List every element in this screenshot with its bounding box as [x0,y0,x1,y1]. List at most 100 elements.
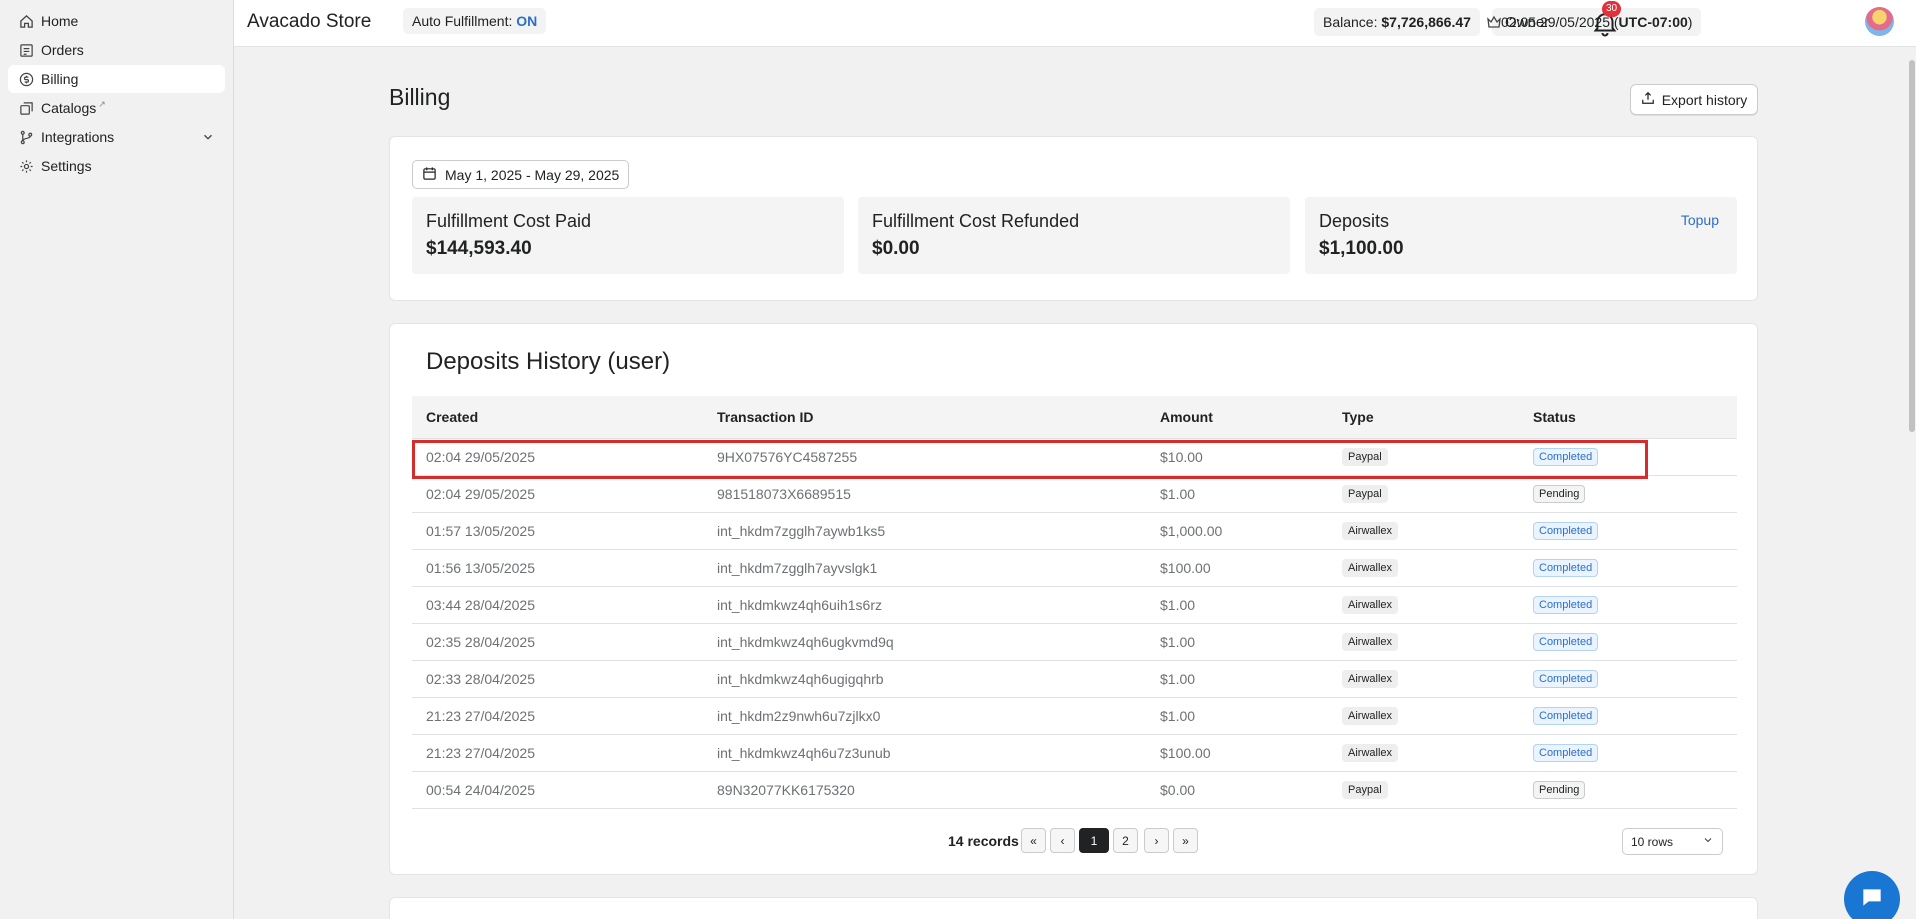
cell-created-value: 21:23 27/04/2025 [426,708,535,724]
table-row[interactable]: 21:23 27/04/2025 int_hkdm2z9nwh6u7zjlkx0 $… [412,698,1737,735]
first-page-button[interactable]: « [1021,828,1046,853]
cell-type: Paypal [1342,772,1388,808]
table-header: Created Transaction ID Amount Type Statu… [412,396,1737,439]
cell-status: Completed [1533,735,1599,771]
page-title: Billing [389,84,451,110]
cell-amount-value: $1.00 [1160,671,1196,687]
chevron-down-icon[interactable] [201,130,215,144]
cell-created: 21:23 27/04/2025 [426,698,535,734]
page-1-button[interactable]: 1 [1079,828,1109,853]
next-page-button[interactable]: › [1144,828,1169,853]
cell-transaction-id-value: int_hkdmkwz4qh6ugkvmd9q [717,634,894,650]
table-row[interactable]: 01:57 13/05/2025 int_hkdm7zgglh7aywb1ks5 $… [412,513,1737,550]
notification-badge: 30 [1602,1,1621,17]
table-row[interactable]: 00:54 24/04/2025 89N32077KK6175320 $0.00 Pa… [412,772,1737,809]
cell-amount-value: $1,000.00 [1160,523,1223,539]
cell-type: Airwallex [1342,587,1399,623]
cell-type-value: Paypal [1342,485,1388,503]
column-header-created[interactable]: Created [426,396,478,438]
owner-label: Owner [1505,13,1550,31]
column-header-amount[interactable]: Amount [1160,396,1213,438]
cell-amount-value: $1.00 [1160,708,1196,724]
rows-per-page-select[interactable]: 10 rows [1622,828,1723,855]
stat-fulfillment-cost-paid: Fulfillment Cost Paid $144,593.40 [412,197,844,274]
table-row[interactable]: 02:04 29/05/2025 981518073X6689515 $1.00 Pa… [412,476,1737,513]
auto-fulfillment-status[interactable]: Auto Fulfillment: ON [403,8,547,34]
cell-created-value: 00:54 24/04/2025 [426,782,535,798]
cell-transaction-id-value: 981518073X6689515 [717,486,851,502]
sidebar-item-billing[interactable]: Billing [8,65,225,93]
calendar-icon [422,166,437,184]
cell-created: 02:33 28/04/2025 [426,661,535,697]
store-name: Avacado Store [247,11,372,32]
cell-transaction-id-value: 9HX07576YC4587255 [717,449,858,465]
cell-status: Pending [1533,772,1586,808]
sidebar-item-orders[interactable]: Orders [8,36,225,64]
export-history-button[interactable]: Export history [1630,84,1758,115]
cell-amount-value: $1.00 [1160,597,1196,613]
cell-status: Completed [1533,698,1599,734]
table-row[interactable]: 03:44 28/04/2025 int_hkdmkwz4qh6uih1s6rz $… [412,587,1737,624]
cell-created: 00:54 24/04/2025 [426,772,535,808]
date-range-label: May 1, 2025 - May 29, 2025 [445,166,620,183]
prev-page-button[interactable]: ‹ [1050,828,1075,853]
cell-status: Completed [1533,550,1599,586]
cell-amount-value: $1.00 [1160,634,1196,650]
table-row[interactable]: 02:35 28/04/2025 int_hkdmkwz4qh6ugkvmd9q $… [412,624,1737,661]
column-header-type[interactable]: Type [1342,396,1374,438]
cell-transaction-id: 981518073X6689515 [717,476,851,512]
records-count: 14 records [948,833,1019,849]
catalog-icon [18,100,34,116]
cell-created: 03:44 28/04/2025 [426,587,535,623]
sidebar-item-integrations[interactable]: Integrations [8,123,225,151]
table-row[interactable]: 02:04 29/05/2025 9HX07576YC4587255 $10.00 P… [412,439,1737,476]
gear-icon [18,158,34,174]
topup-link[interactable]: Topup [1681,212,1719,228]
table-row[interactable]: 02:33 28/04/2025 int_hkdmkwz4qh6ugigqhrb $… [412,661,1737,698]
cell-amount-value: $10.00 [1160,449,1203,465]
column-header-status[interactable]: Status [1533,396,1576,438]
avatar[interactable] [1865,7,1894,36]
table-row[interactable]: 21:23 27/04/2025 int_hkdmkwz4qh6u7z3unub $… [412,735,1737,772]
cell-type-value: Airwallex [1342,744,1399,762]
stat-fulfillment-cost-refunded: Fulfillment Cost Refunded $0.00 [858,197,1290,274]
sidebar-item-label: Catalogs [41,100,97,116]
cell-amount: $1.00 [1160,698,1195,734]
chat-button[interactable] [1844,871,1900,919]
cell-created-value: 01:56 13/05/2025 [426,560,535,576]
sidebar-item-catalogs[interactable]: Catalogs ↗ [8,94,225,122]
cell-transaction-id: int_hkdmkwz4qh6u7z3unub [717,735,891,771]
cell-type-value: Airwallex [1342,670,1399,688]
cell-created: 02:04 29/05/2025 [426,439,535,475]
stat-value: $144,593.40 [426,238,532,259]
sidebar-item-label: Settings [41,158,92,174]
home-icon [18,13,34,29]
billing-summary-card: May 1, 2025 - May 29, 2025 Fulfillment C… [389,136,1758,301]
page-2-button[interactable]: 2 [1113,828,1138,853]
cell-type: Paypal [1342,476,1388,512]
cell-transaction-id-value: int_hkdm7zgglh7aywb1ks5 [717,523,886,539]
cell-transaction-id-value: 89N32077KK6175320 [717,782,855,798]
cell-type-value: Airwallex [1342,633,1399,651]
sidebar-item-home[interactable]: Home [8,7,225,35]
scrollbar-thumb[interactable] [1909,60,1915,432]
cell-type: Airwallex [1342,698,1399,734]
date-range-picker[interactable]: May 1, 2025 - May 29, 2025 [412,160,630,189]
column-header-transaction-id[interactable]: Transaction ID [717,396,813,438]
crown-icon [1486,15,1502,29]
last-page-button[interactable]: » [1173,828,1198,853]
timezone: UTC-07:00 [1618,14,1688,30]
auto-fulfillment-label: Auto Fulfillment: [412,13,517,29]
sidebar-item-settings[interactable]: Settings [8,152,225,180]
balance-value: $7,726,866.47 [1381,14,1471,30]
table-row[interactable]: 01:56 13/05/2025 int_hkdm7zgglh7ayvslgk1 $… [412,550,1737,587]
cell-status-value: Pending [1533,485,1586,503]
owner-menu[interactable]: Owner [1486,10,1549,34]
cell-amount-value: $1.00 [1160,486,1196,502]
rows-per-page-value: 10 rows [1631,834,1674,849]
cell-transaction-id-value: int_hkdmkwz4qh6u7z3unub [717,745,891,761]
cell-type-value: Airwallex [1342,707,1399,725]
balance-display: Balance: $7,726,866.47 [1314,8,1480,36]
cell-transaction-id: int_hkdm7zgglh7aywb1ks5 [717,513,885,549]
cell-type: Airwallex [1342,550,1399,586]
